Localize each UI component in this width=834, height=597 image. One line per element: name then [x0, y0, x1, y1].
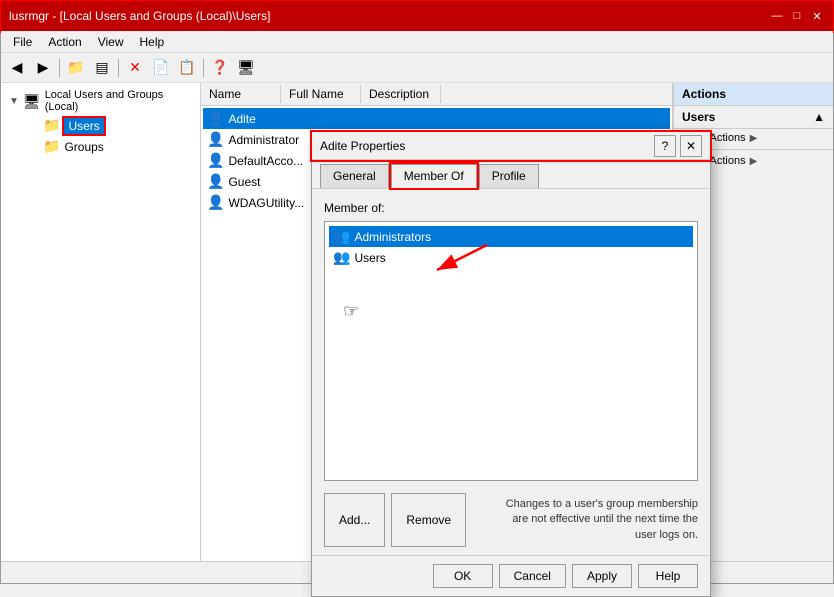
modal-footer: OK Cancel Apply Help	[312, 555, 710, 596]
modal-dialog: Adite Properties ? ✕ General Member Of P…	[311, 131, 711, 597]
tab-general[interactable]: General	[320, 164, 389, 188]
modal-overlay: Adite Properties ? ✕ General Member Of P…	[1, 1, 833, 583]
modal-close-button[interactable]: ✕	[680, 135, 702, 157]
footer-info: Changes to a user's group membership are…	[498, 493, 698, 547]
modal-action-buttons: Add... Remove Changes to a user's group …	[312, 493, 710, 547]
tab-bar: General Member Of Profile	[312, 160, 710, 189]
help-button[interactable]: Help	[638, 564, 698, 588]
group-icon: 👥	[333, 228, 350, 245]
modal-help-button[interactable]: ?	[654, 135, 676, 157]
group-icon-2: 👥	[333, 249, 350, 266]
add-button[interactable]: Add...	[324, 493, 385, 547]
member-item-administrators[interactable]: 👥 Administrators	[329, 226, 693, 247]
cancel-button[interactable]: Cancel	[499, 564, 566, 588]
member-label: Administrators	[354, 230, 431, 244]
tab-profile[interactable]: Profile	[479, 164, 539, 188]
member-label-2: Users	[354, 251, 385, 265]
apply-button[interactable]: Apply	[572, 564, 632, 588]
modal-title-buttons: ? ✕	[654, 135, 702, 157]
main-window: lusrmgr - [Local Users and Groups (Local…	[0, 0, 834, 584]
member-of-label: Member of:	[324, 201, 698, 215]
modal-body: Member of: 👥 Administrators 👥 Users	[312, 189, 710, 493]
member-item-users[interactable]: 👥 Users	[329, 247, 693, 268]
modal-title-bar: Adite Properties ? ✕	[312, 132, 710, 160]
modal-title: Adite Properties	[320, 139, 405, 153]
tab-member-of[interactable]: Member Of	[391, 164, 477, 188]
remove-button[interactable]: Remove	[391, 493, 466, 547]
member-list-box: 👥 Administrators 👥 Users	[324, 221, 698, 481]
ok-button[interactable]: OK	[433, 564, 493, 588]
